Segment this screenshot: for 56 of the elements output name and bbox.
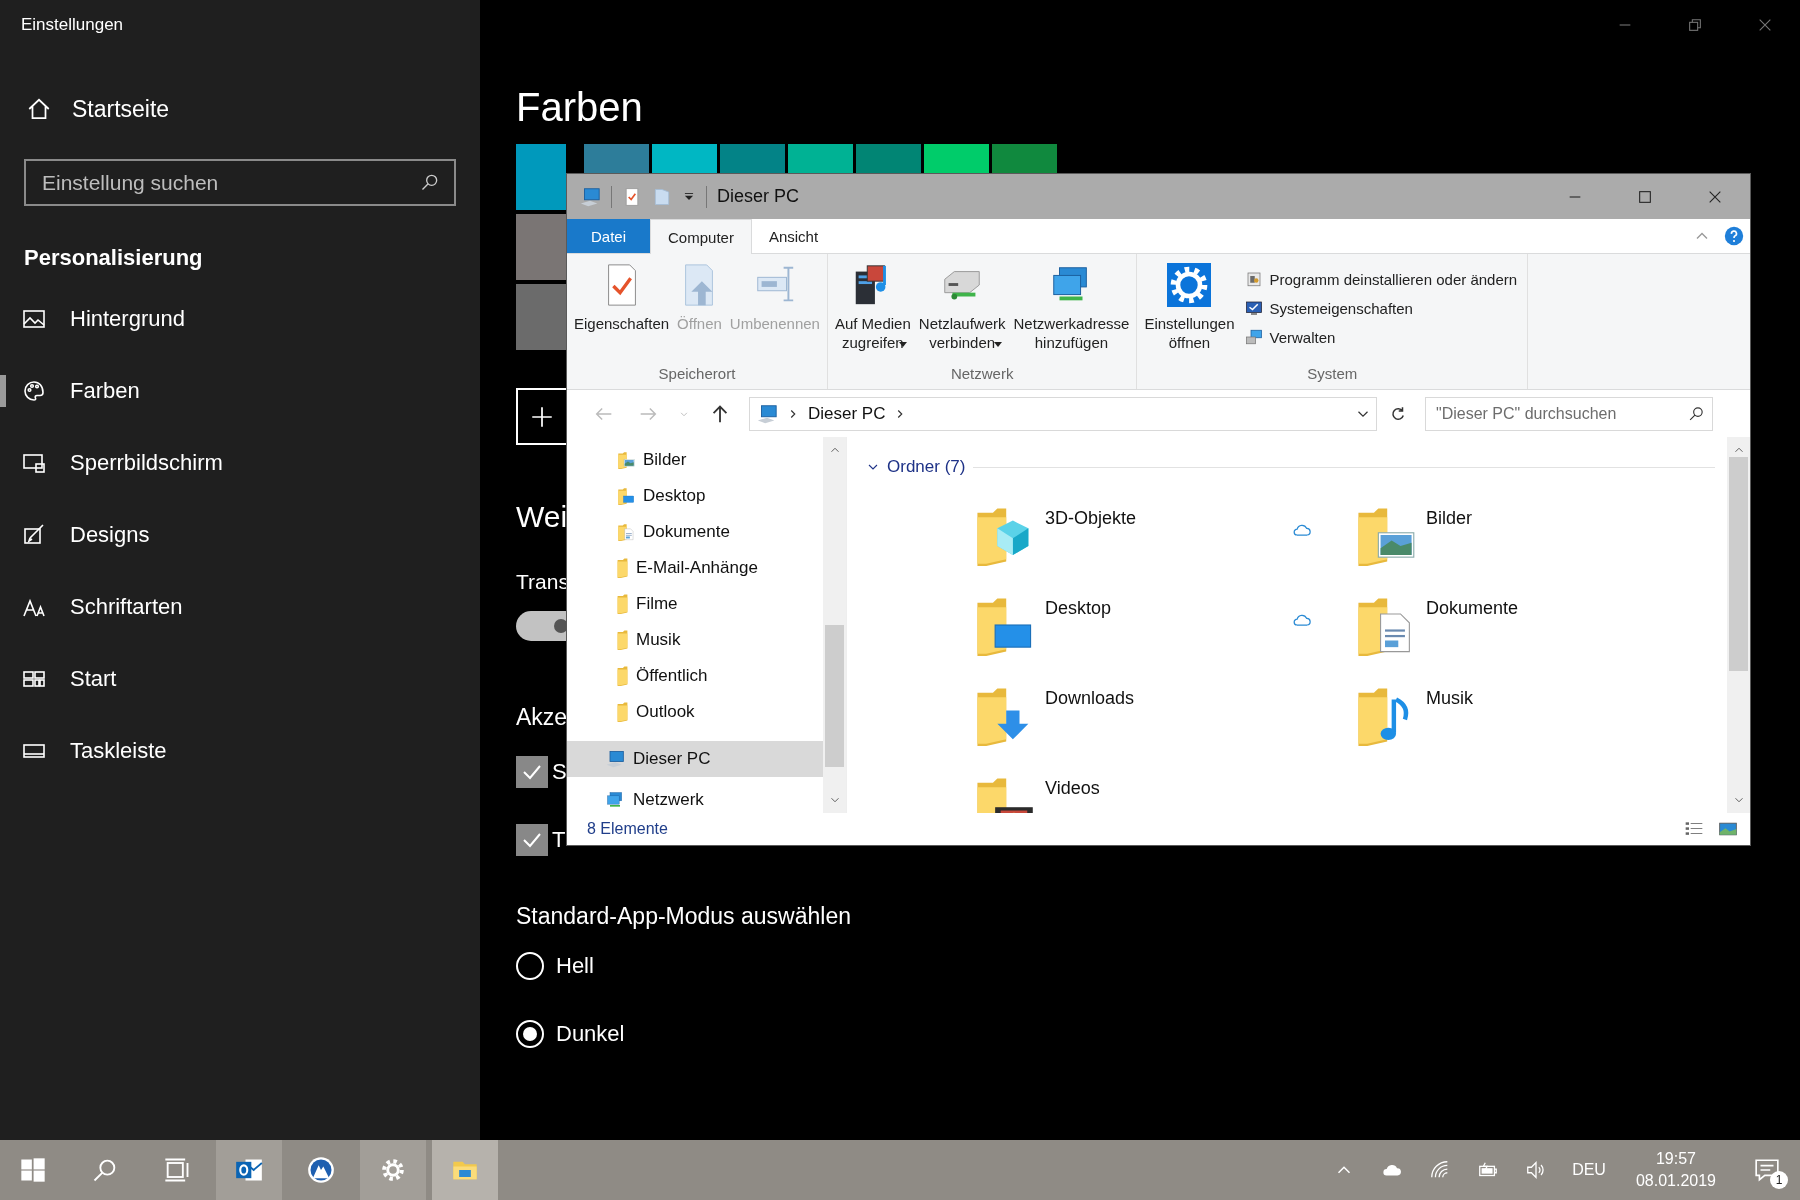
radio-label: Dunkel	[556, 1021, 625, 1047]
ribbon-button[interactable]: Netzwerkadresse hinzufügen	[1010, 262, 1133, 363]
ribbon-link[interactable]: Programm deinstallieren oder ändern	[1245, 268, 1524, 290]
ribbon-tab[interactable]: Ansicht	[751, 219, 836, 253]
tree-item[interactable]: Bilder	[567, 442, 823, 478]
breadcrumb[interactable]: Dieser PC	[808, 403, 886, 424]
ribbon-link[interactable]: Systemeigenschaften	[1245, 297, 1524, 319]
tree-item[interactable]: Musik	[567, 622, 823, 658]
folder-tile[interactable]: 3D-Objekte	[973, 504, 1354, 594]
section-heading: Wei	[516, 499, 568, 535]
group-label: Speicherort	[657, 364, 737, 384]
group-label: System	[1306, 364, 1359, 384]
tree-item[interactable]: Filme	[567, 586, 823, 622]
tree-item[interactable]: Dokumente	[567, 514, 823, 550]
folder-tile[interactable]: Videos	[973, 774, 1354, 813]
file-menu-tab[interactable]: Datei	[567, 219, 651, 253]
sidebar-item[interactable]: Farben	[0, 355, 480, 427]
search-field[interactable]: Einstellung suchen	[24, 159, 456, 206]
status-text: 8 Elemente	[587, 820, 668, 838]
section-heading: Personalisierung	[24, 244, 203, 272]
sidebar-item[interactable]: Start	[0, 643, 480, 715]
tree-item[interactable]: E-Mail-Anhänge	[567, 550, 823, 586]
ribbon-link[interactable]: Verwalten	[1245, 326, 1524, 348]
ribbon-tab[interactable]: Computer	[650, 219, 752, 254]
address-bar[interactable]: Dieser PC	[749, 396, 1377, 431]
tree-item[interactable]: Dieser PC	[567, 741, 823, 777]
folder-tile[interactable]: Downloads	[973, 684, 1354, 774]
sidebar-item[interactable]: Schriftarten	[0, 571, 480, 643]
window-title: Dieser PC	[717, 186, 800, 207]
sidebar-item[interactable]: Sperrbildschirm	[0, 427, 480, 499]
section-heading: Akze	[516, 703, 568, 731]
group-header[interactable]: Ordner (7)	[865, 457, 966, 477]
ribbon-button[interactable]: Einstellungen öffnen	[1141, 262, 1238, 363]
page-heading: Farben	[516, 84, 643, 131]
tree-item[interactable]: Netzwerk	[567, 787, 823, 813]
window-title: Einstellungen	[21, 14, 124, 36]
radio-label: Hell	[556, 953, 594, 979]
checkbox-label: S	[552, 759, 567, 785]
sidebar-item[interactable]: Taskleiste	[0, 715, 480, 787]
folder-tile[interactable]: Musik	[1354, 684, 1727, 774]
ribbon-button[interactable]: Netzlaufwerk verbinden	[915, 262, 1009, 363]
folder-tile[interactable]: Desktop	[973, 594, 1354, 684]
tree-item[interactable]: Desktop	[567, 478, 823, 514]
section-heading: Standard-App-Modus auswählen	[516, 902, 851, 931]
home-link[interactable]: Startseite	[0, 85, 480, 133]
folder-tile[interactable]: Dokumente	[1354, 594, 1727, 684]
notification-badge: 1	[1770, 1171, 1788, 1189]
group-label: Netzwerk	[949, 364, 1015, 384]
sidebar-item[interactable]: Hintergrund	[0, 283, 480, 355]
ribbon-button[interactable]: Eigenschaften	[571, 262, 673, 363]
sidebar-item[interactable]: Designs	[0, 499, 480, 571]
ribbon-button[interactable]: Auf Medien zugreifen	[831, 262, 914, 363]
tree-item[interactable]: Öffentlich	[567, 658, 823, 694]
folder-tile[interactable]: Bilder	[1354, 504, 1727, 594]
checkbox-label: T	[552, 827, 566, 853]
tree-item[interactable]: Outlook	[567, 694, 823, 730]
